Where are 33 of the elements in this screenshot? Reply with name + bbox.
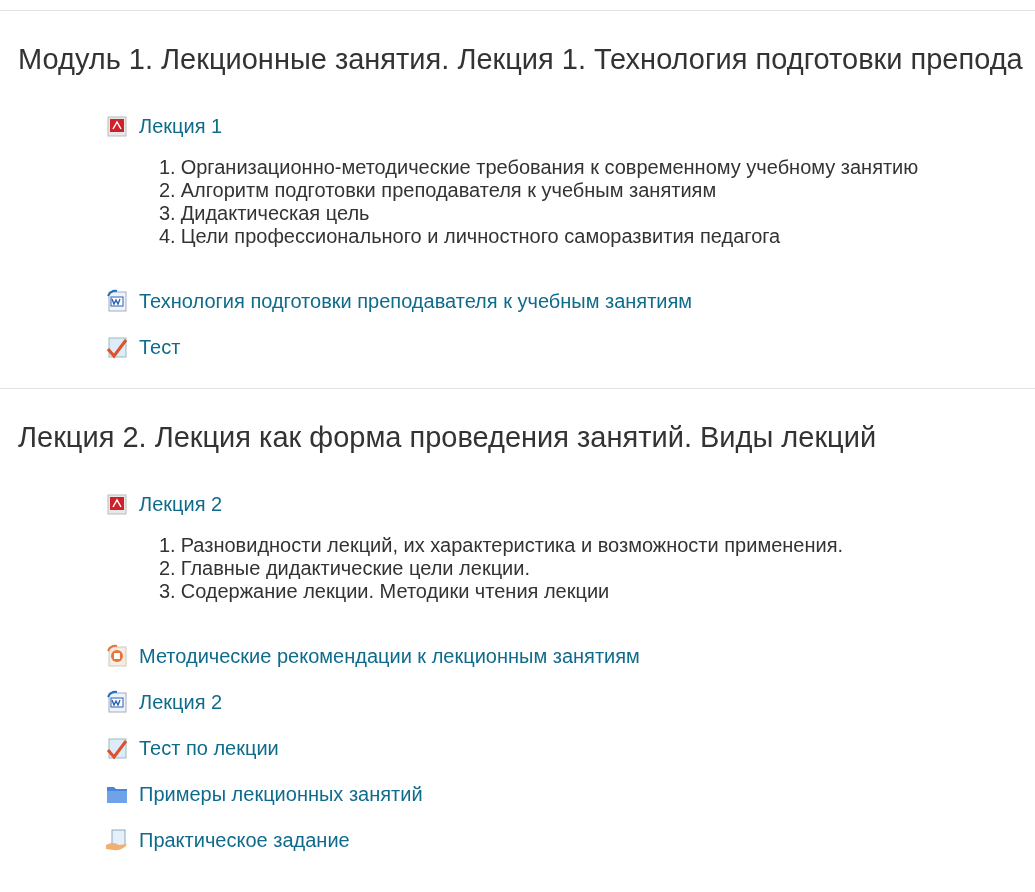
activity-link[interactable]: Практическое задание (139, 825, 350, 855)
list-item-text: Алгоритм подготовки преподавателя к учебным занятиям (180, 179, 717, 202)
list-number: 2. (159, 557, 176, 580)
activity-link[interactable]: Методические рекомендации к лекционным занятиям (139, 641, 640, 671)
activity-link[interactable]: Тест (139, 332, 181, 362)
document-icon (105, 289, 129, 313)
list-item-text: Цели профессионального и личностного саморазвития педагога (180, 225, 781, 248)
section-title: Лекция 2. Лекция как форма проведения занятий. Виды лекций (18, 420, 878, 454)
activity-link[interactable]: Технология подготовки преподавателя к учебным занятиям (139, 286, 693, 316)
section-title: Модуль 1. Лекционные занятия. Лекция 1. Технология подготовки препода (18, 42, 1024, 76)
list-item-text: Дидактическая цель (180, 202, 370, 225)
list-number: 2. (159, 179, 176, 202)
presentation-icon (105, 644, 129, 668)
activity-link[interactable]: Лекция 1 (139, 111, 223, 141)
list-number: 3. (159, 580, 176, 603)
activity-link[interactable]: Тест по лекции (139, 733, 279, 763)
document-icon (105, 690, 129, 714)
hand-document-icon (105, 828, 129, 852)
activity-link[interactable]: Лекция 2 (139, 687, 223, 717)
list-item-text: Разновидности лекций, их характеристика и возможности применения. (180, 534, 844, 557)
pdf-icon (105, 492, 129, 516)
pdf-icon (105, 114, 129, 138)
list-item-text: Содержание лекции. Методики чтения лекции (180, 580, 610, 603)
checkmark-icon (105, 335, 129, 359)
activity-link[interactable]: Лекция 2 (139, 489, 223, 519)
checkmark-icon (105, 736, 129, 760)
list-number: 1. (159, 534, 176, 557)
activity-link[interactable]: Примеры лекционных занятий (139, 779, 423, 809)
list-number: 3. (159, 202, 176, 225)
list-item-text: Организационно-методические требования к современному учебному занятию (180, 156, 919, 179)
list-number: 4. (159, 225, 176, 248)
list-number: 1. (159, 156, 176, 179)
list-item-text: Главные дидактические цели лекции. (180, 557, 530, 580)
